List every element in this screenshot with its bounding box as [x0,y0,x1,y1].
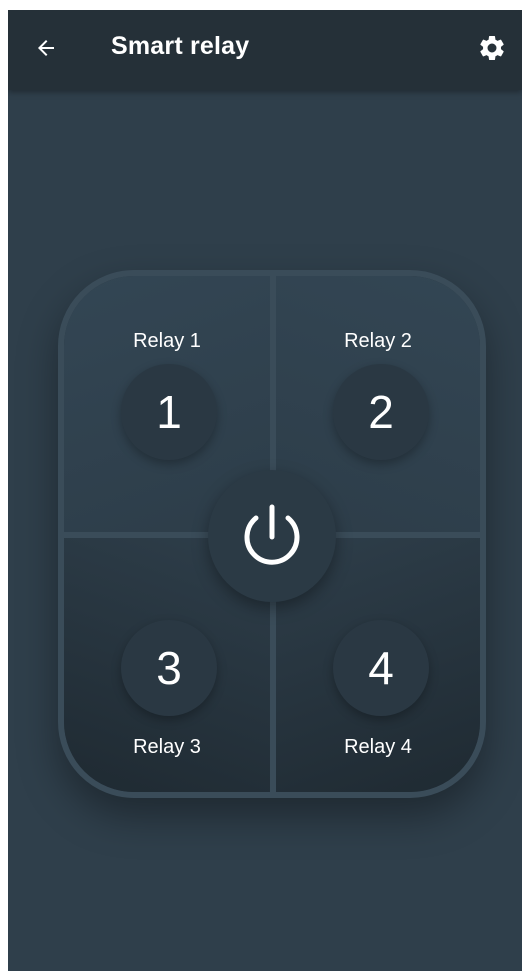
relay-3-number: 3 [121,620,217,716]
relay-2-label: Relay 2 [344,330,412,352]
relay-1-number: 1 [121,364,217,460]
relay-3-label: Relay 3 [133,736,201,758]
relay-control-pad: Relay 1 1 Relay 2 2 3 Relay 3 4 Relay 4 [58,270,486,798]
relay-4-number: 4 [333,620,429,716]
settings-button[interactable] [474,30,510,66]
relay-2-number: 2 [333,364,429,460]
relay-4-label: Relay 4 [344,736,412,758]
page-title: Smart relay [111,32,250,60]
app-bar: Smart relay [8,10,522,90]
power-button[interactable] [208,470,336,602]
relay-1-label: Relay 1 [133,330,201,352]
power-icon [244,504,300,565]
app-screen: Smart relay Relay 1 1 Relay 2 2 3 Relay … [8,10,522,971]
arrow-left-icon [38,40,54,56]
back-button[interactable] [28,30,64,66]
gear-icon [480,35,504,60]
